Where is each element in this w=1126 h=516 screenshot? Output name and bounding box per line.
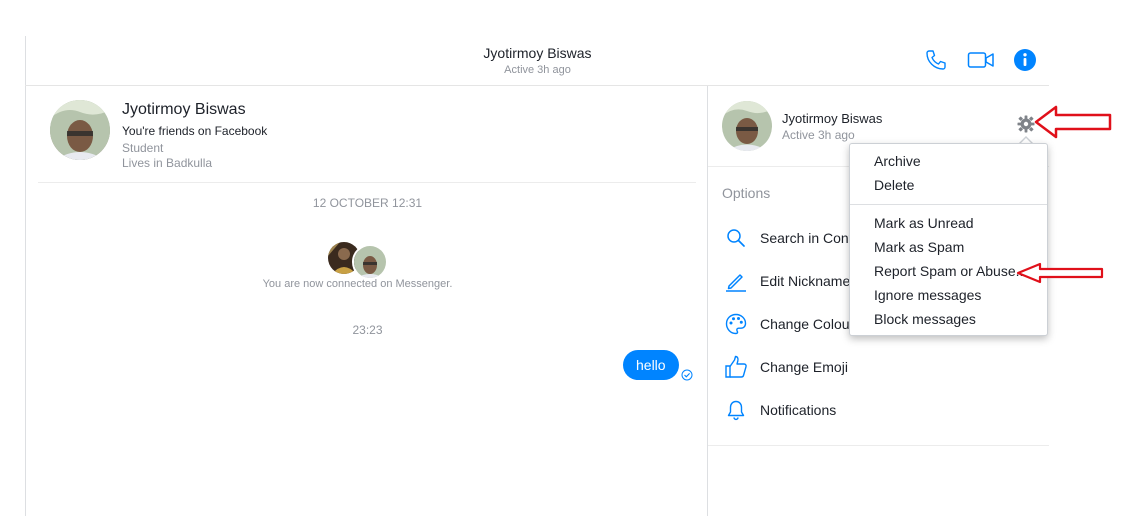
video-call-icon[interactable] [967, 50, 995, 70]
date-divider: 12 OCTOBER 12:31 [312, 196, 423, 210]
option-change-colour[interactable]: Change Colour [724, 312, 854, 336]
header-active-status: Active 3h ago [504, 64, 571, 76]
menu-item-delete[interactable]: Delete [874, 177, 914, 193]
menu-item-archive[interactable]: Archive [874, 153, 921, 169]
pencil-icon [724, 269, 748, 293]
menu-item-block-messages[interactable]: Block messages [874, 311, 976, 327]
phone-icon[interactable] [924, 48, 948, 72]
option-label: Notifications [760, 402, 837, 418]
message-text: hello [636, 357, 666, 373]
profile-divider [38, 182, 696, 183]
connected-text: You are now connected on Messenger. [262, 278, 453, 290]
options-title: Options [722, 185, 771, 201]
header-divider [25, 85, 1049, 86]
option-change-emoji[interactable]: Change Emoji [724, 355, 848, 379]
profile-occupation: Student [122, 141, 164, 155]
left-border [25, 36, 26, 516]
profile-friends-status: You're friends on Facebook [122, 124, 268, 138]
menu-item-ignore-messages[interactable]: Ignore messages [874, 287, 981, 303]
conversation-header: Jyotirmoy Biswas Active 3h ago [380, 45, 695, 76]
sidebar-contact-name[interactable]: Jyotirmoy Biswas [782, 111, 882, 126]
menu-item-report-spam-or-abuse[interactable]: Report Spam or Abuse... [874, 263, 1027, 279]
option-label: Edit Nicknames [760, 273, 858, 289]
search-icon [724, 226, 748, 250]
sidebar-avatar[interactable] [722, 101, 772, 151]
profile-location: Lives in Badkulla [122, 156, 213, 170]
message-bubble[interactable]: hello [623, 350, 679, 380]
contact-avatar-small [352, 244, 388, 280]
thumbs-up-icon [724, 355, 748, 379]
menu-item-mark-as-unread[interactable]: Mark as Unread [874, 215, 974, 231]
sidebar-options-divider [708, 445, 1049, 446]
annotation-arrow-report [1016, 262, 1104, 284]
option-label: Change Colour [760, 316, 855, 332]
info-icon[interactable] [1013, 48, 1037, 72]
conversation-actions-menu: Archive Delete Mark as Unread Mark as Sp… [849, 143, 1048, 336]
profile-avatar[interactable] [50, 100, 110, 160]
delivered-check-icon [681, 368, 693, 381]
menu-separator [850, 204, 1047, 205]
bell-icon [724, 398, 748, 422]
header-contact-name[interactable]: Jyotirmoy Biswas [380, 45, 695, 61]
option-edit-nicknames[interactable]: Edit Nicknames [724, 269, 857, 293]
profile-info: Jyotirmoy Biswas You're friends on Faceb… [122, 101, 267, 170]
sidebar-active-status: Active 3h ago [782, 128, 855, 142]
profile-name[interactable]: Jyotirmoy Biswas [122, 101, 267, 119]
time-divider: 23:23 [352, 323, 383, 337]
menu-item-mark-as-spam[interactable]: Mark as Spam [874, 239, 964, 255]
palette-icon [724, 312, 748, 336]
sidebar-contact-info: Jyotirmoy Biswas Active 3h ago [782, 111, 882, 142]
gear-icon[interactable] [1017, 115, 1035, 133]
option-notifications[interactable]: Notifications [724, 398, 836, 422]
annotation-arrow-gear [1034, 104, 1112, 140]
option-label: Change Emoji [760, 359, 848, 375]
sidebar-divider [707, 86, 708, 516]
